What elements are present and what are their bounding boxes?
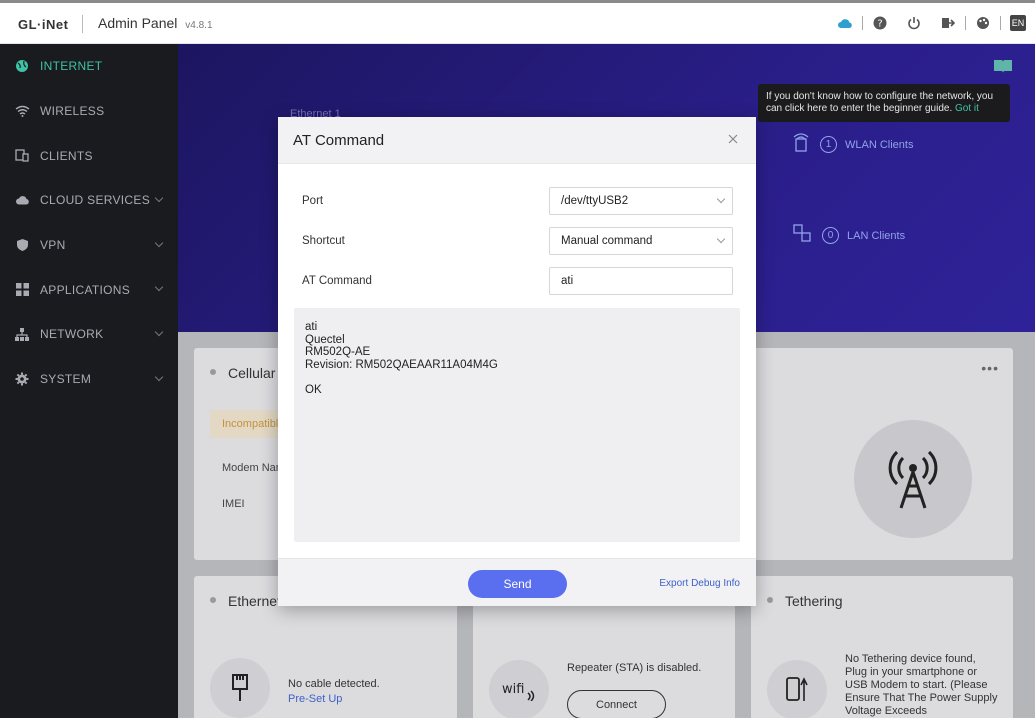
- panel-title-text: Admin Panel: [98, 15, 178, 31]
- gl-inet-logo[interactable]: GL·iNet: [18, 17, 68, 32]
- chevron-down-icon: [154, 193, 164, 203]
- cloud-icon: [14, 192, 30, 208]
- sidebar-item-label: WIRELESS: [40, 104, 105, 119]
- wifi-icon: [14, 103, 30, 119]
- sidebar-item-network[interactable]: NETWORK: [0, 312, 178, 357]
- command-output: ati Quectel RM502Q-AE Revision: RM502QAE…: [294, 308, 740, 542]
- dialog-footer: Send Export Debug Info: [278, 558, 756, 606]
- shortcut-select[interactable]: Manual command: [549, 227, 733, 255]
- apps-icon: [14, 282, 30, 298]
- shield-icon: [14, 237, 30, 253]
- chevron-down-icon: [154, 238, 164, 247]
- sidebar-item-label: APPLICATIONS: [40, 282, 131, 297]
- chevron-down-icon: [154, 283, 164, 292]
- svg-text:?: ?: [877, 19, 882, 30]
- sidebar-item-internet[interactable]: INTERNET: [0, 44, 178, 89]
- sidebar-item-label: INTERNET: [40, 59, 103, 74]
- at-command-value: ati: [561, 275, 574, 287]
- sidebar-item-applications[interactable]: APPLICATIONS: [0, 267, 178, 312]
- logout-icon[interactable]: [931, 11, 965, 35]
- chevron-down-icon: [716, 234, 726, 244]
- logo-divider: [82, 15, 83, 33]
- port-row: Port /dev/ttyUSB2: [278, 187, 756, 217]
- firmware-version: v4.8.1: [185, 20, 213, 31]
- output-line: ati: [305, 321, 318, 333]
- sidebar: INTERNET WIRELESS CLIENTS CLOUD SERVICES…: [0, 44, 178, 718]
- sidebar-item-system[interactable]: SYSTEM: [0, 357, 178, 402]
- sidebar-item-cloud-services[interactable]: CLOUD SERVICES: [0, 178, 178, 223]
- sidebar-item-clients[interactable]: CLIENTS: [0, 133, 178, 178]
- clients-icon: [14, 148, 30, 164]
- chevron-down-icon: [154, 372, 164, 382]
- port-label: Port: [302, 195, 324, 207]
- sidebar-item-label: NETWORK: [40, 327, 104, 342]
- port-value: /dev/ttyUSB2: [561, 195, 629, 207]
- close-icon[interactable]: [728, 131, 738, 149]
- sidebar-item-label: CLOUD SERVICES: [40, 193, 151, 208]
- chevron-down-icon: [716, 194, 726, 204]
- sidebar-item-vpn[interactable]: VPN: [0, 223, 178, 268]
- at-command-row: AT Command ati: [278, 267, 756, 297]
- cloud-icon[interactable]: [828, 11, 862, 35]
- network-icon: [14, 326, 30, 342]
- sidebar-item-label: VPN: [40, 238, 66, 253]
- globe-icon: [14, 58, 30, 74]
- output-line: RM502Q-AE: [305, 346, 371, 358]
- send-button[interactable]: Send: [468, 570, 567, 598]
- shortcut-value: Manual command: [561, 235, 653, 247]
- top-bar: GL·iNet Admin Panel v4.8.1 ? EN: [0, 0, 1035, 44]
- port-select[interactable]: /dev/ttyUSB2: [549, 187, 733, 215]
- sidebar-item-label: CLIENTS: [40, 148, 93, 163]
- output-line: OK: [305, 383, 322, 396]
- sidebar-item-wireless[interactable]: WIRELESS: [0, 89, 178, 134]
- language-badge: EN: [1010, 15, 1026, 31]
- shortcut-row: Shortcut Manual command: [278, 227, 756, 257]
- chevron-down-icon: [154, 327, 164, 337]
- output-line: Quectel: [305, 333, 345, 346]
- top-icons: ? EN: [828, 11, 1035, 35]
- dialog-header: AT Command: [278, 117, 756, 164]
- power-icon[interactable]: [897, 11, 931, 35]
- sidebar-item-label: SYSTEM: [40, 372, 92, 387]
- language-icon[interactable]: EN: [1001, 11, 1035, 35]
- output-line: Revision: RM502QAEAAR11A04M4G: [305, 358, 498, 371]
- at-command-label: AT Command: [302, 275, 372, 287]
- dialog-title: AT Command: [293, 132, 385, 149]
- shortcut-label: Shortcut: [302, 235, 345, 247]
- export-debug-info-link[interactable]: Export Debug Info: [659, 578, 740, 589]
- at-command-input[interactable]: ati: [549, 267, 733, 295]
- theme-icon[interactable]: [966, 11, 1000, 35]
- gear-icon: [14, 371, 30, 387]
- panel-title: Admin Panel v4.8.1: [98, 15, 213, 31]
- help-icon[interactable]: ?: [863, 11, 897, 35]
- at-command-dialog: AT Command Port /dev/ttyUSB2 Shortcut Ma…: [278, 117, 756, 606]
